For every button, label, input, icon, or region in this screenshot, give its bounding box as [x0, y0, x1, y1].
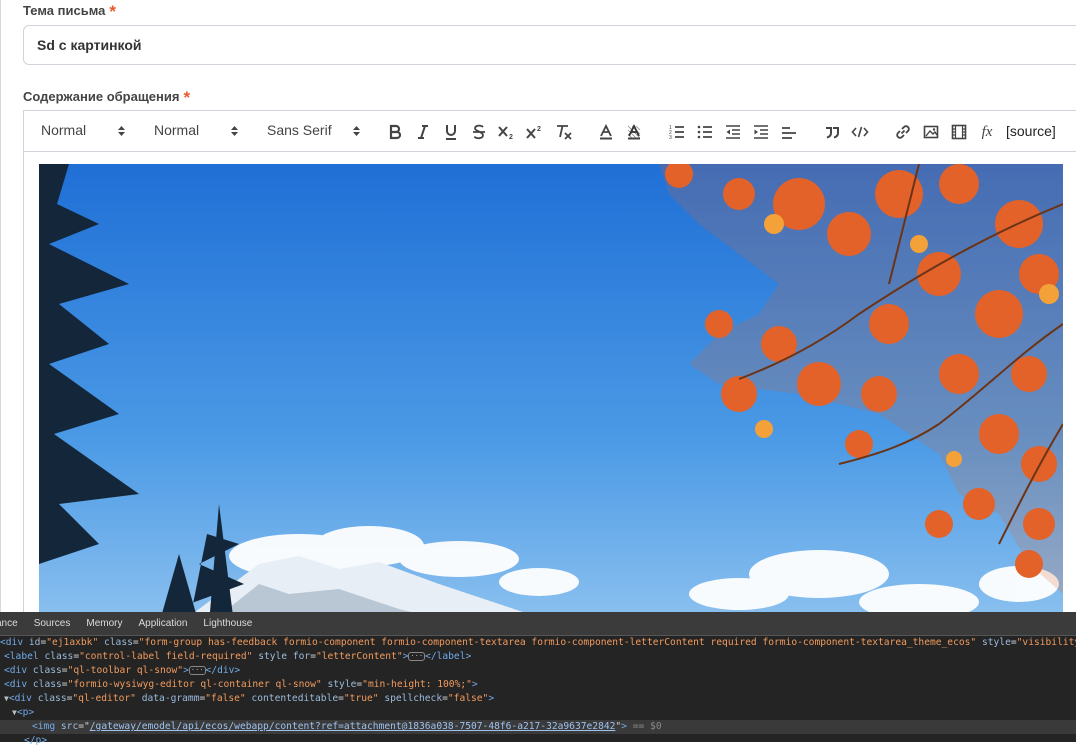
- text-color-button[interactable]: [596, 122, 616, 142]
- font-picker-label: Sans Serif: [267, 122, 332, 138]
- source-button[interactable]: [source]: [1006, 123, 1056, 139]
- picker-arrows-icon: [118, 126, 125, 136]
- svg-text:2: 2: [509, 134, 513, 140]
- blockquote-button[interactable]: [822, 122, 842, 142]
- devtools-tab-application[interactable]: Application: [131, 618, 196, 629]
- picker-arrows-icon: [231, 126, 238, 136]
- clean-format-icon: [557, 125, 572, 140]
- clean-format-button[interactable]: [554, 122, 574, 142]
- bullet-list-icon: [697, 125, 712, 139]
- underline-icon: [446, 125, 456, 140]
- svg-text:3: 3: [669, 135, 672, 140]
- dom-node-paragraph[interactable]: ▼<p>: [0, 706, 1076, 720]
- code-block-icon: [851, 126, 869, 138]
- strike-button[interactable]: [469, 122, 489, 142]
- svg-text:2: 2: [537, 126, 541, 133]
- indent-button[interactable]: [751, 122, 771, 142]
- outdent-icon: [726, 125, 740, 139]
- image-icon: [923, 125, 939, 139]
- devtools-tab-performance[interactable]: ance: [0, 618, 26, 629]
- subject-input[interactable]: [23, 25, 1076, 65]
- italic-icon: [418, 125, 428, 139]
- bold-icon: [389, 124, 402, 140]
- dom-node-ql-editor[interactable]: ▼<div class="ql-editor" data-gramm="fals…: [0, 692, 1076, 706]
- picker-arrows-icon: [353, 126, 360, 136]
- blockquote-icon: [826, 127, 839, 139]
- devtools-panel: ance Sources Memory Application Lighthou…: [0, 612, 1076, 746]
- dom-node-label[interactable]: <label class="control-label field-requir…: [0, 650, 1076, 664]
- strike-icon: [473, 124, 485, 140]
- text-color-icon: [600, 124, 612, 140]
- page-left-border: [0, 0, 1, 612]
- devtools-tab-sources[interactable]: Sources: [26, 618, 79, 629]
- align-icon: [782, 127, 796, 139]
- collapsed-ellipsis-icon[interactable]: ···: [188, 665, 206, 675]
- editor-toolbar: Normal Normal Sans Serif 2 2 1 2 3 fx [s…: [24, 111, 1076, 152]
- font-picker[interactable]: Sans Serif: [267, 122, 367, 142]
- subject-label-text: Тема письма: [23, 3, 106, 18]
- content-label-text: Содержание обращения: [23, 89, 180, 104]
- inserted-image[interactable]: [39, 164, 1063, 624]
- video-icon: [951, 124, 967, 140]
- img-src-link[interactable]: /gateway/emodel/api/ecos/webapp/content?…: [90, 721, 616, 732]
- collapsed-ellipsis-icon[interactable]: ···: [408, 651, 426, 661]
- outdent-button[interactable]: [723, 122, 743, 142]
- code-block-button[interactable]: [850, 122, 870, 142]
- background-color-icon: [627, 124, 641, 140]
- subscript-button[interactable]: 2: [497, 122, 517, 142]
- header-picker-label: Normal: [41, 122, 87, 138]
- required-asterisk: *: [183, 88, 191, 107]
- formula-button[interactable]: fx: [977, 122, 997, 142]
- size-picker-label: Normal: [154, 122, 200, 138]
- rich-text-editor: Normal Normal Sans Serif 2 2 1 2 3 fx [s…: [23, 110, 1076, 630]
- devtools-tab-memory[interactable]: Memory: [78, 618, 130, 629]
- ordered-list-icon: 123: [669, 125, 684, 140]
- bullet-list-button[interactable]: [695, 122, 715, 142]
- subscript-icon: 2: [498, 126, 513, 140]
- superscript-icon: 2: [526, 126, 541, 139]
- underline-button[interactable]: [441, 122, 461, 142]
- image-button[interactable]: [921, 122, 941, 142]
- subject-label: Тема письма *: [23, 0, 117, 21]
- superscript-button[interactable]: 2: [525, 122, 545, 142]
- devtools-tabs: ance Sources Memory Application Lighthou…: [0, 612, 1076, 636]
- italic-button[interactable]: [413, 122, 433, 142]
- devtools-tab-lighthouse[interactable]: Lighthouse: [195, 618, 260, 629]
- link-icon: [896, 125, 910, 139]
- ordered-list-button[interactable]: 123: [667, 122, 687, 142]
- dom-node-wysiwyg[interactable]: <div class="formio-wysiwyg-editor ql-con…: [0, 678, 1076, 692]
- video-button[interactable]: [949, 122, 969, 142]
- content-label: Содержание обращения *: [23, 86, 191, 107]
- size-picker[interactable]: Normal: [154, 122, 244, 142]
- dom-node-form-group[interactable]: <div id="ej1axbk" class="form-group has-…: [0, 636, 1076, 650]
- formula-icon: fx: [981, 123, 993, 140]
- link-button[interactable]: [893, 122, 913, 142]
- editor-content[interactable]: [39, 164, 1063, 624]
- indent-icon: [754, 125, 768, 139]
- dom-node-paragraph-close[interactable]: </p>: [0, 734, 1076, 748]
- align-button[interactable]: [779, 122, 799, 142]
- dom-node-img-selected[interactable]: <img src="/gateway/emodel/api/ecos/webap…: [0, 720, 1076, 734]
- header-picker[interactable]: Normal: [41, 122, 131, 142]
- elements-tree: <div id="ej1axbk" class="form-group has-…: [0, 636, 1076, 748]
- bold-button[interactable]: [385, 122, 405, 142]
- required-asterisk: *: [109, 2, 117, 21]
- dom-node-toolbar[interactable]: <div class="ql-toolbar ql-snow"> ··· </div…: [0, 664, 1076, 678]
- background-color-button[interactable]: [624, 122, 644, 142]
